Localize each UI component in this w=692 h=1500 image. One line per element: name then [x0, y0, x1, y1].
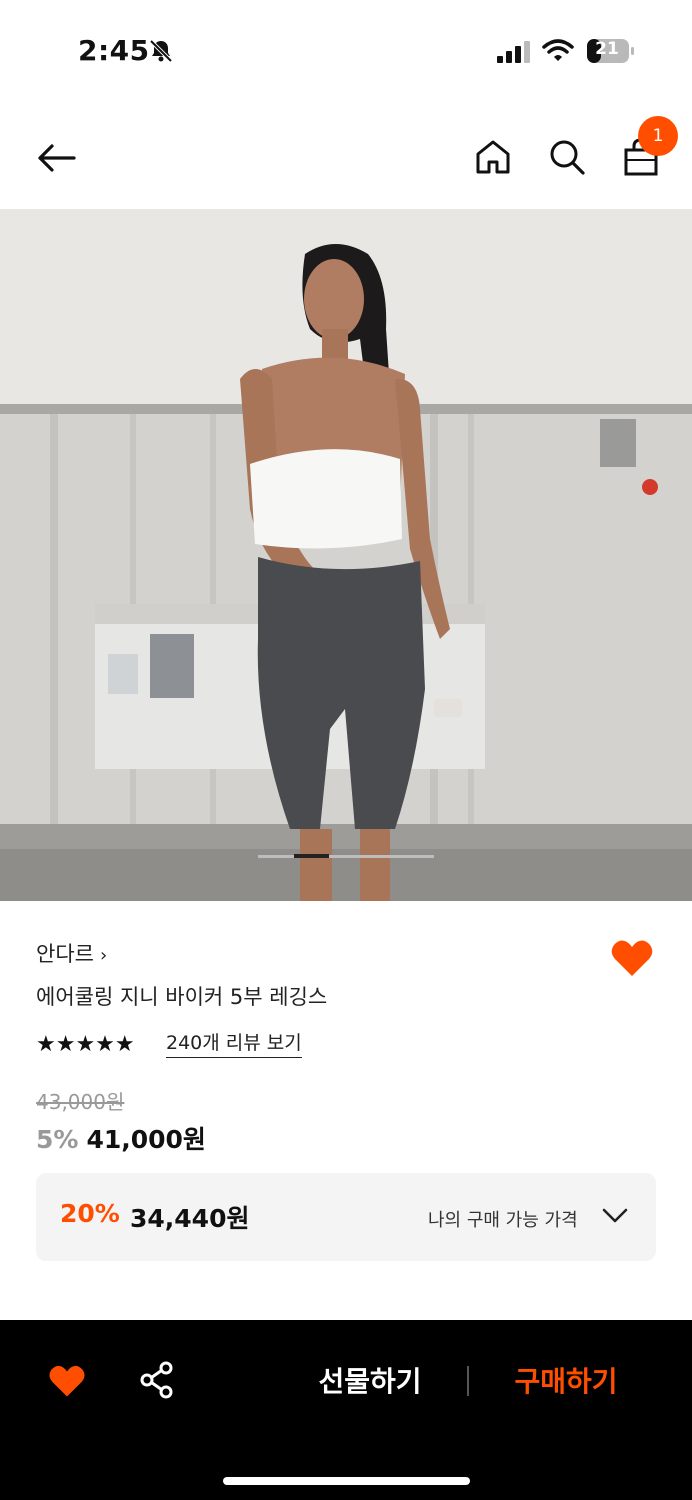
status-bar: 2:45 21 — [0, 0, 692, 100]
sale-price: 41,000원 — [86, 1125, 206, 1154]
battery-level: 21 — [595, 39, 619, 59]
search-icon[interactable] — [546, 136, 588, 178]
chevron-right-icon: › — [99, 945, 108, 966]
product-image[interactable] — [0, 209, 692, 901]
heart-icon[interactable] — [48, 1363, 86, 1399]
cart-count-badge: 1 — [638, 116, 678, 156]
home-indicator[interactable] — [223, 1477, 470, 1485]
sale-price-row: 5% 41,000원 — [36, 1120, 206, 1156]
my-discount-rate: 20% — [60, 1199, 120, 1228]
my-price: 34,440원 — [130, 1204, 250, 1233]
chevron-down-icon[interactable] — [602, 1207, 628, 1225]
top-navigation — [0, 110, 692, 208]
brand-name: 안다르 — [36, 942, 94, 966]
heart-icon[interactable] — [610, 938, 654, 978]
brand-link[interactable]: 안다르 › — [36, 938, 107, 968]
wifi-icon — [542, 39, 574, 61]
bell-slash-icon — [149, 39, 173, 63]
signal-icon — [497, 41, 530, 63]
bottom-action-bar: 선물하기 구매하기 — [0, 1320, 692, 1500]
share-icon[interactable] — [138, 1360, 176, 1400]
buy-button[interactable]: 구매하기 — [496, 1360, 636, 1400]
gift-button[interactable]: 선물하기 — [300, 1360, 440, 1400]
image-pagination — [258, 854, 434, 858]
back-arrow-icon[interactable] — [32, 138, 80, 178]
product-photo — [0, 209, 692, 901]
review-link[interactable]: 240개 리뷰 보기 — [166, 1028, 302, 1058]
home-icon[interactable] — [472, 136, 514, 178]
star-rating: ★★★★★ — [36, 1032, 135, 1057]
my-price-box[interactable]: 20% 34,440원 나의 구매 가능 가격 — [36, 1173, 656, 1261]
my-price-label: 나의 구매 가능 가격 — [428, 1210, 578, 1231]
discount-rate: 5% — [36, 1125, 79, 1154]
status-time: 2:45 — [78, 34, 150, 67]
product-title: 에어쿨링 지니 바이커 5부 레깅스 — [36, 985, 328, 1009]
divider — [467, 1366, 469, 1396]
image-pagination-active — [294, 854, 329, 858]
original-price: 43,000원 — [36, 1090, 125, 1114]
